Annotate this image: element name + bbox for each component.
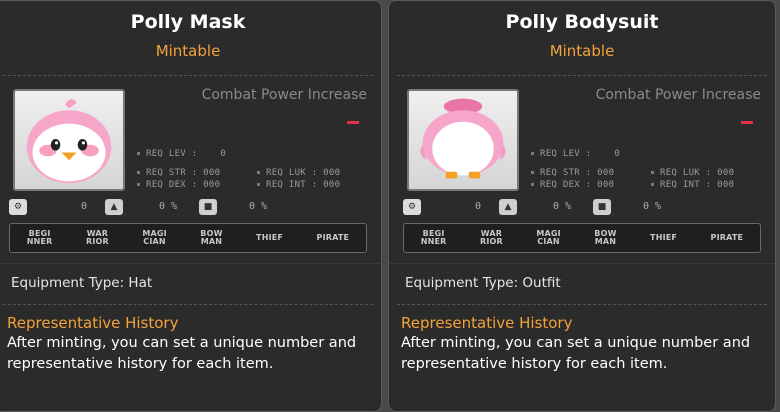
class-bowman: BOW MAN [200, 229, 223, 246]
class-pirate: PIRATE [710, 233, 744, 242]
req-dex: REQ DEX : 000 [531, 180, 614, 190]
divider [397, 304, 767, 305]
divider [389, 263, 775, 264]
stat-value-1: 0 [81, 201, 88, 212]
class-bowman: BOW MAN [594, 229, 617, 246]
stat-value-3: 0 % [249, 201, 268, 212]
job-class-bar: BEGI NNER WAR RIOR MAGI CIAN BOW MAN THIEF P… [403, 223, 761, 253]
combat-power-label: Combat Power Increase [201, 87, 367, 103]
history-text: After minting, you can set a unique numb… [401, 335, 751, 372]
class-warrior: WAR RIOR [479, 229, 503, 246]
stat-row: ⚙ 0 ▲ 0 % ■ 0 % [9, 199, 367, 217]
stat-value-2: 0 % [553, 201, 572, 212]
item-tooltip-polly-mask: Polly Mask Mintable Combat Power Increas… [0, 0, 382, 412]
class-thief: THIEF [256, 233, 284, 242]
divider [3, 75, 373, 76]
pink-bird-mask-icon [13, 89, 125, 191]
defense-icon: ■ [199, 199, 217, 215]
attack-icon: ▲ [499, 199, 517, 215]
combat-power-label: Combat Power Increase [595, 87, 761, 103]
stat-value-2: 0 % [159, 201, 178, 212]
divider [397, 75, 767, 76]
class-warrior: WAR RIOR [85, 229, 109, 246]
req-level: REQ LEV : 0 [531, 149, 620, 159]
equipment-type: Equipment Type: Outfit [405, 275, 561, 291]
history-title: Representative History [7, 314, 179, 332]
pink-bird-bodysuit-icon [407, 89, 519, 191]
attack-icon: ▲ [105, 199, 123, 215]
combat-power-indicator [741, 121, 753, 124]
class-beginner: BEGI NNER [420, 229, 447, 246]
class-magician: MAGI CIAN [536, 229, 561, 246]
combat-power-indicator [347, 121, 359, 124]
stat-row: ⚙ 0 ▲ 0 % ■ 0 % [403, 199, 761, 217]
class-magician: MAGI CIAN [142, 229, 167, 246]
stat-value-1: 0 [475, 201, 482, 212]
req-str: REQ STR : 000 [531, 168, 614, 178]
job-class-bar: BEGI NNER WAR RIOR MAGI CIAN BOW MAN THIEF P… [9, 223, 367, 253]
req-luk: REQ LUK : 000 [651, 168, 734, 178]
class-pirate: PIRATE [316, 233, 350, 242]
equipment-type: Equipment Type: Hat [11, 275, 153, 291]
potential-icon: ⚙ [403, 199, 421, 215]
history-title: Representative History [401, 314, 573, 332]
req-luk: REQ LUK : 000 [257, 168, 340, 178]
req-dex: REQ DEX : 000 [137, 180, 220, 190]
potential-icon: ⚙ [9, 199, 27, 215]
stat-value-3: 0 % [643, 201, 662, 212]
class-thief: THIEF [650, 233, 678, 242]
item-title: Polly Bodysuit [505, 11, 659, 33]
req-int: REQ INT : 000 [257, 180, 340, 190]
history-text: After minting, you can set a unique numb… [7, 335, 357, 372]
divider [0, 263, 381, 264]
req-level: REQ LEV : 0 [137, 149, 226, 159]
class-beginner: BEGI NNER [26, 229, 53, 246]
pink-bird-mask-icon [26, 99, 112, 184]
mintable-label: Mintable [549, 42, 615, 60]
req-str: REQ STR : 000 [137, 168, 220, 178]
defense-icon: ■ [593, 199, 611, 215]
mintable-label: Mintable [155, 42, 221, 60]
req-int: REQ INT : 000 [651, 180, 734, 190]
item-tooltip-polly-bodysuit: Polly Bodysuit Mintable Combat Power Inc… [388, 0, 776, 412]
pink-bird-bodysuit-icon [420, 98, 506, 179]
item-title: Polly Mask [130, 11, 246, 33]
divider [3, 304, 373, 305]
